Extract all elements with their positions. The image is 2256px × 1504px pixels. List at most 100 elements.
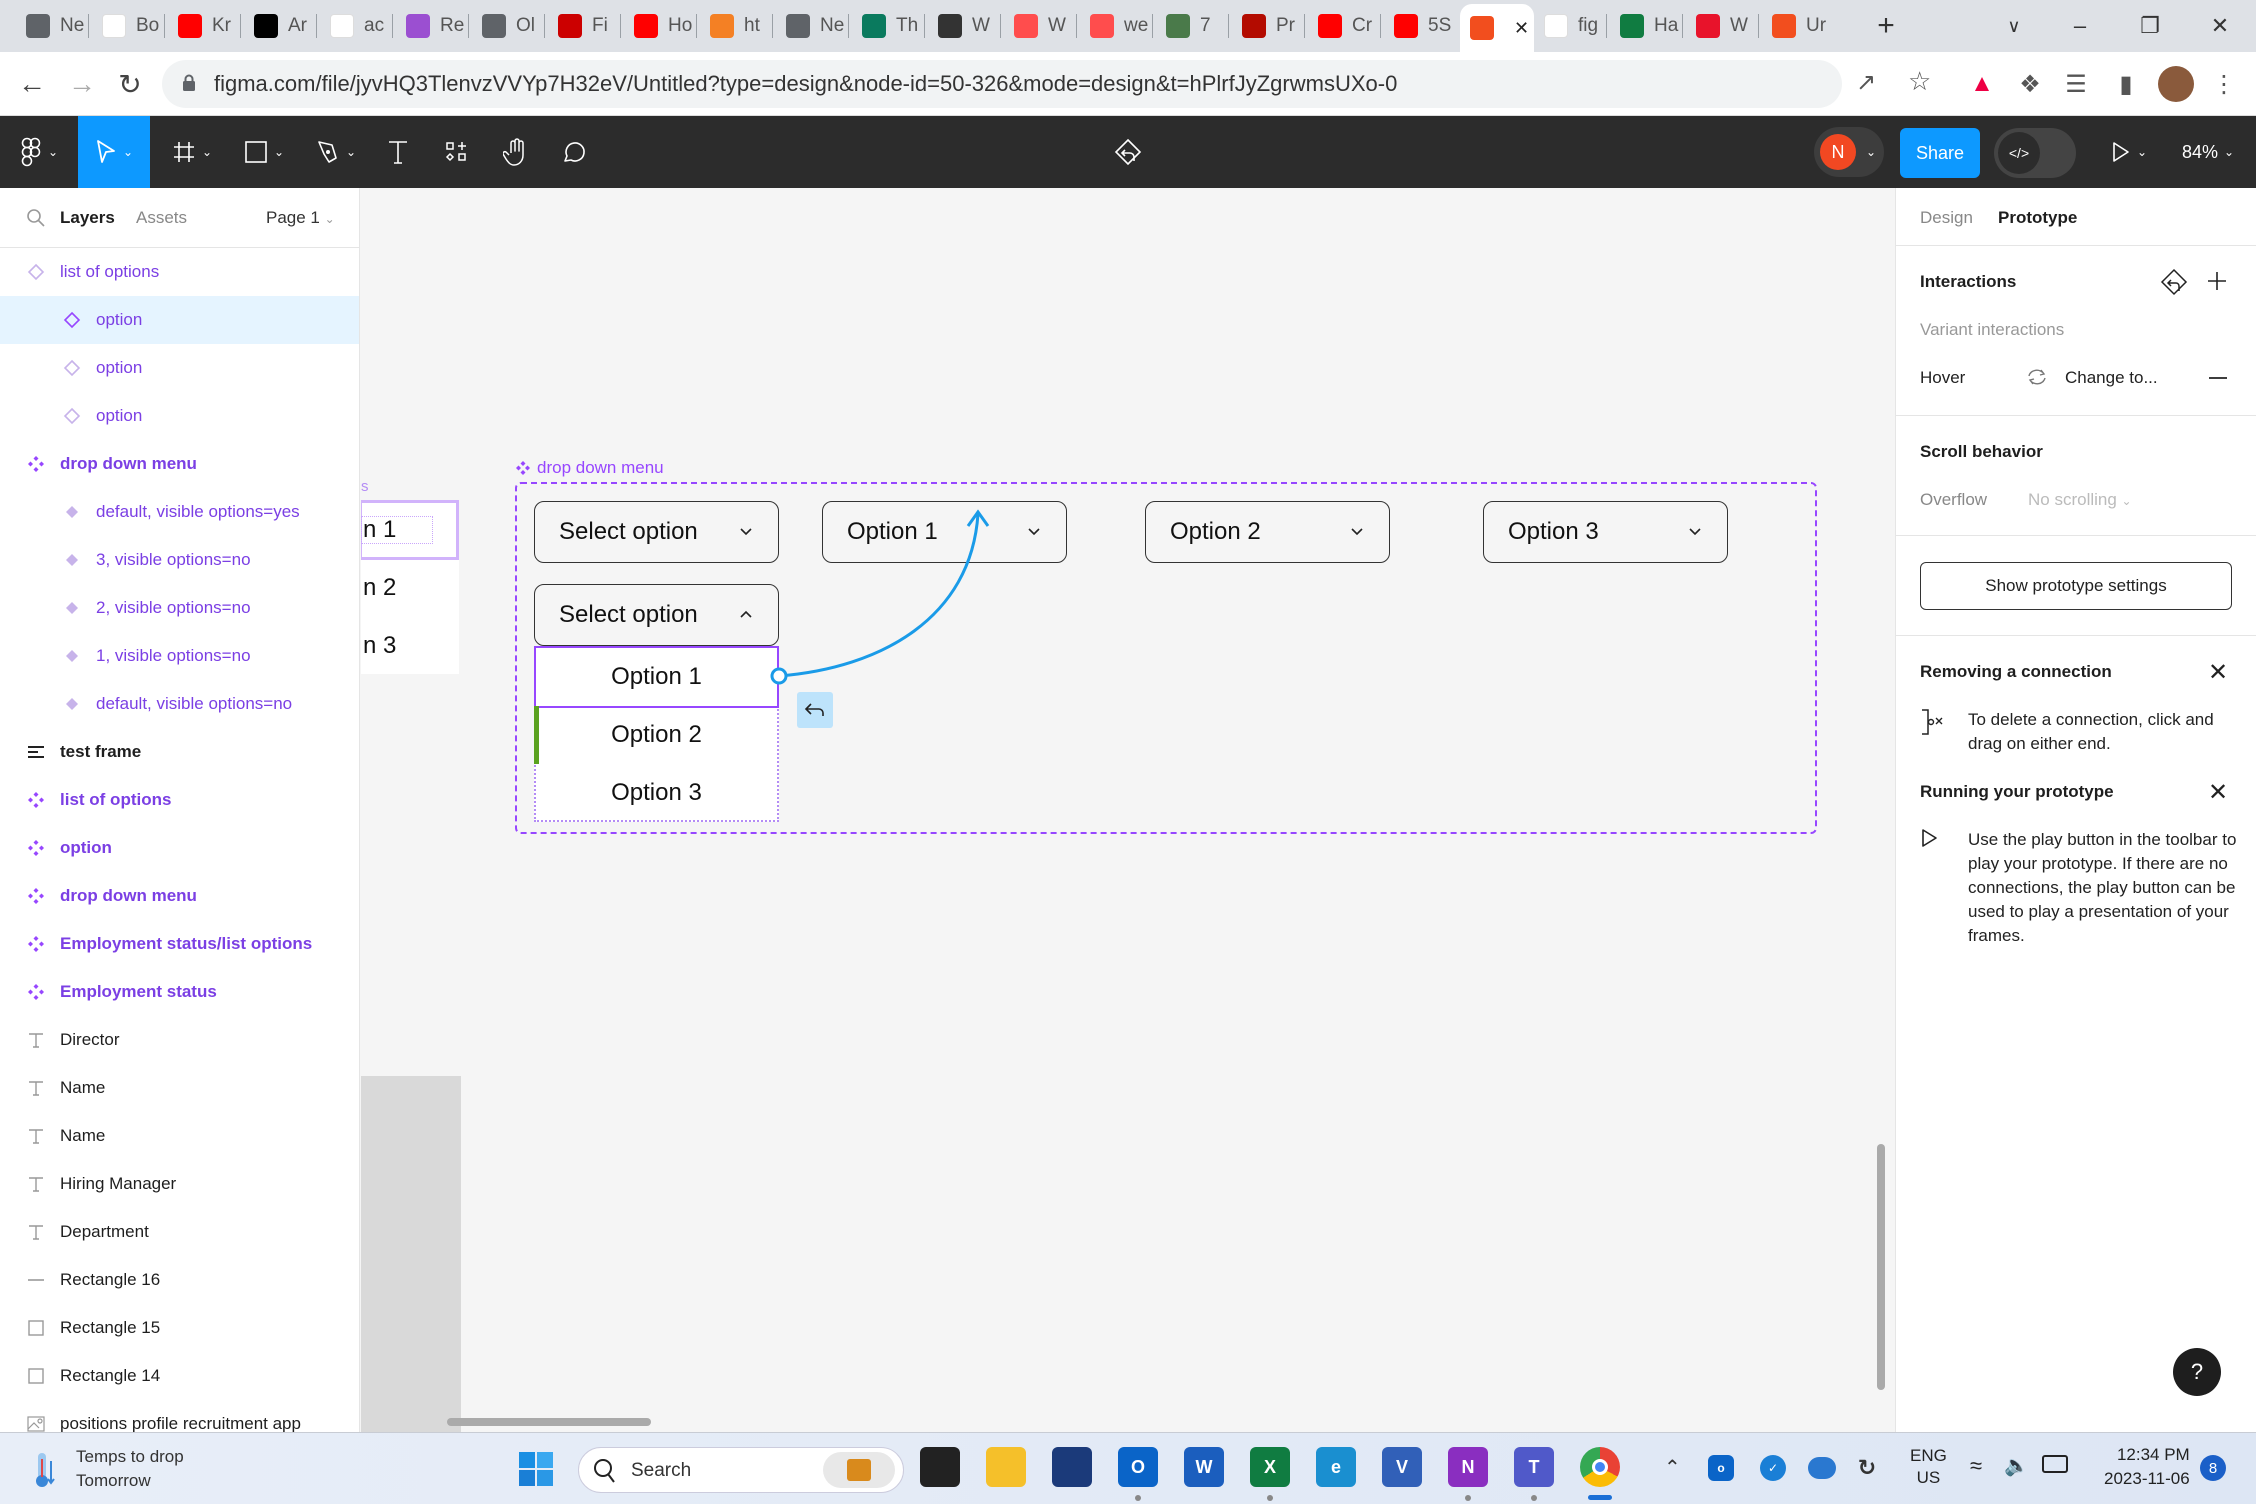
word-icon[interactable]: W xyxy=(1184,1447,1224,1487)
main-menu-button[interactable]: ⌄ xyxy=(6,116,72,188)
layer-row[interactable]: Employment status/list options xyxy=(0,920,359,968)
outlook-icon[interactable]: O xyxy=(1118,1447,1158,1487)
minimize-button[interactable]: – xyxy=(2050,8,2110,44)
layer-row[interactable]: default, visible options=yes xyxy=(0,488,359,536)
layer-row[interactable]: 1, visible options=no xyxy=(0,632,359,680)
start-button[interactable] xyxy=(518,1451,554,1487)
profile-avatar[interactable] xyxy=(2158,66,2194,102)
reload-button[interactable]: ↻ xyxy=(110,64,150,104)
move-tool-button[interactable]: ⌄ xyxy=(78,116,150,188)
remove-interaction-icon[interactable] xyxy=(2208,376,2228,380)
multiplayer-avatar-button[interactable]: N ⌄ xyxy=(1814,116,1884,188)
chrome-icon[interactable] xyxy=(1580,1447,1620,1487)
tray-sync-icon[interactable]: ↻ xyxy=(1854,1455,1880,1481)
flow-starting-point-icon[interactable] xyxy=(2160,268,2188,296)
back-action-badge[interactable] xyxy=(797,692,833,728)
layer-row[interactable]: option xyxy=(0,392,359,440)
layer-row[interactable]: option xyxy=(0,344,359,392)
comment-tool-button[interactable] xyxy=(552,116,596,188)
prototype-connection[interactable] xyxy=(361,188,1895,1432)
browser-tab[interactable]: Re xyxy=(396,8,472,44)
layer-row[interactable]: default, visible options=no xyxy=(0,680,359,728)
browser-tab[interactable]: Kr xyxy=(168,8,244,44)
layer-row[interactable]: Name xyxy=(0,1112,359,1160)
close-window-button[interactable]: ✕ xyxy=(2190,8,2250,44)
page-selector[interactable]: Page 1 ⌄ xyxy=(266,208,335,228)
interaction-row[interactable]: Hover Change to... xyxy=(1896,356,2256,400)
layer-row[interactable]: 3, visible options=no xyxy=(0,536,359,584)
browser-tab[interactable]: Pr xyxy=(1232,8,1308,44)
browser-tab[interactable]: ac xyxy=(320,8,396,44)
frame-tool-button[interactable]: ⌄ xyxy=(160,116,224,188)
excel-icon[interactable]: X xyxy=(1250,1447,1290,1487)
layer-row[interactable]: Rectangle 16 xyxy=(0,1256,359,1304)
dev-mode-toggle[interactable]: </> xyxy=(1994,128,2076,178)
show-hidden-icons-button[interactable]: ⌃ xyxy=(1664,1455,1681,1480)
wifi-icon[interactable]: ≈ xyxy=(1970,1453,1982,1479)
close-tip-icon[interactable]: ✕ xyxy=(2208,658,2228,687)
design-canvas[interactable]: s n 1 n 2 n 3 drop down menu Select opti… xyxy=(361,188,1895,1432)
tab-assets[interactable]: Assets xyxy=(136,208,187,228)
browser-tab[interactable]: Th xyxy=(852,8,928,44)
extension-rocket-icon[interactable]: ▲ xyxy=(1964,66,2000,102)
file-explorer-icon[interactable] xyxy=(986,1447,1026,1487)
layer-row[interactable]: Name xyxy=(0,1064,359,1112)
browser-tab[interactable]: Ur xyxy=(1762,8,1838,44)
hand-tool-button[interactable] xyxy=(494,116,538,188)
layer-row[interactable]: Rectangle 14 xyxy=(0,1352,359,1400)
browser-tab[interactable]: W xyxy=(1004,8,1080,44)
layer-row[interactable]: Employment status xyxy=(0,968,359,1016)
media-control-icon[interactable]: ☰ xyxy=(2058,66,2094,102)
layer-row[interactable]: list of options xyxy=(0,776,359,824)
layer-row[interactable]: Rectangle 15 xyxy=(0,1304,359,1352)
tab-prototype[interactable]: Prototype xyxy=(1998,208,2077,228)
browser-menu-icon[interactable]: ⋮ xyxy=(2206,66,2242,102)
layer-row[interactable]: test frame xyxy=(0,728,359,776)
present-button[interactable]: ⌄ xyxy=(2104,116,2154,188)
add-interaction-icon[interactable] xyxy=(2206,270,2228,292)
share-page-icon[interactable]: ↗ xyxy=(1856,68,1876,97)
vertical-scrollbar[interactable] xyxy=(1877,1144,1885,1390)
browser-tab[interactable]: Ne xyxy=(776,8,852,44)
layer-row[interactable]: option xyxy=(0,296,359,344)
browser-tab[interactable]: W xyxy=(928,8,1004,44)
browser-tab[interactable]: Ha xyxy=(1610,8,1686,44)
search-icon[interactable] xyxy=(26,208,46,228)
visio-icon[interactable]: V xyxy=(1382,1447,1422,1487)
onenote-icon[interactable]: N xyxy=(1448,1447,1488,1487)
task-view-icon[interactable] xyxy=(920,1447,960,1487)
taskbar-search[interactable]: Search xyxy=(578,1447,904,1493)
prototype-interaction-button[interactable] xyxy=(1106,116,1150,188)
bookmark-star-icon[interactable]: ☆ xyxy=(1908,66,1931,97)
new-tab-button[interactable]: + xyxy=(1866,8,1906,44)
shape-tool-button[interactable]: ⌄ xyxy=(232,116,296,188)
restore-button[interactable]: ❐ xyxy=(2120,8,2180,44)
browser-tab[interactable]: 5S xyxy=(1384,8,1460,44)
pen-tool-button[interactable]: ⌄ xyxy=(304,116,368,188)
layer-row[interactable]: positions profile recruitment app xyxy=(0,1400,359,1432)
browser-tab-active[interactable]: ✕ xyxy=(1460,4,1534,52)
browser-tab[interactable]: ht xyxy=(700,8,776,44)
teams-icon[interactable]: T xyxy=(1514,1447,1554,1487)
horizontal-scrollbar[interactable] xyxy=(447,1418,651,1426)
layer-row[interactable]: list of options xyxy=(0,248,359,296)
forward-button[interactable]: → xyxy=(62,64,102,104)
tab-search-icon[interactable]: ∨ xyxy=(1984,8,2044,44)
clock[interactable]: 12:34 PM 2023-11-06 xyxy=(2104,1443,2190,1491)
tray-defender-icon[interactable]: ✓ xyxy=(1760,1455,1786,1481)
browser-tab[interactable]: Ol xyxy=(472,8,548,44)
url-input[interactable]: figma.com/file/jyvHQ3TlenvzVVYp7H32eV/Un… xyxy=(162,60,1931,108)
zoom-level-dropdown[interactable]: 84% ⌄ xyxy=(2170,116,2246,188)
layer-row[interactable]: drop down menu xyxy=(0,440,359,488)
microsoft-store-icon[interactable] xyxy=(1052,1447,1092,1487)
layer-row[interactable]: 2, visible options=no xyxy=(0,584,359,632)
tab-design[interactable]: Design xyxy=(1920,208,1973,228)
layer-row[interactable]: Hiring Manager xyxy=(0,1160,359,1208)
browser-tab[interactable]: fig xyxy=(1534,8,1610,44)
weather-widget[interactable]: Temps to drop Tomorrow xyxy=(28,1443,228,1495)
show-prototype-settings-button[interactable]: Show prototype settings xyxy=(1920,562,2232,610)
browser-tab[interactable]: W xyxy=(1686,8,1762,44)
resources-tool-button[interactable] xyxy=(434,116,478,188)
browser-tab[interactable]: Ne xyxy=(16,8,92,44)
edge-icon[interactable]: e xyxy=(1316,1447,1356,1487)
